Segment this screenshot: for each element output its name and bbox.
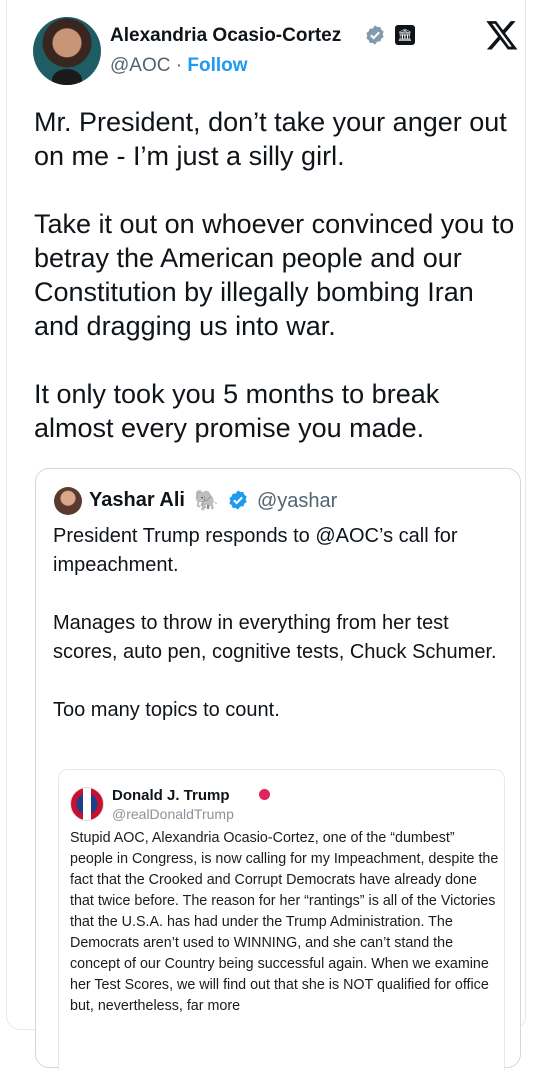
author-handle[interactable]: @AOC bbox=[110, 55, 170, 76]
author-avatar[interactable] bbox=[33, 17, 101, 85]
tweet-card: Alexandria Ocasio-Cortez 🏛 @AOC · Follow… bbox=[6, 0, 526, 1070]
embedded-post-screenshot[interactable]: Donald J. Trump @realDonaldTrump Stupid … bbox=[58, 769, 505, 1070]
embedded-author-avatar bbox=[70, 787, 104, 821]
follow-button[interactable]: Follow bbox=[187, 55, 247, 76]
truth-verified-badge-icon bbox=[259, 789, 270, 800]
embedded-post-text: Stupid AOC, Alexandria Ocasio-Cortez, on… bbox=[70, 830, 499, 1014]
verified-badge-icon bbox=[366, 25, 384, 45]
handle-separator: · bbox=[170, 55, 188, 76]
tweet-text: Mr. President, don’t take your anger out… bbox=[34, 107, 515, 443]
verified-badge-icon bbox=[229, 490, 247, 510]
x-logo-icon[interactable] bbox=[485, 18, 519, 52]
quoted-tweet-text: President Trump responds to @AOC’s call … bbox=[53, 525, 497, 721]
embedded-author-handle: @realDonaldTrump bbox=[112, 806, 234, 822]
quoted-tweet[interactable]: Yashar Ali 🐘 @yashar President Trump res… bbox=[35, 468, 521, 1070]
elephant-emoji: 🐘 bbox=[194, 490, 219, 512]
government-badge-icon: 🏛 bbox=[395, 25, 415, 45]
embedded-author-name: Donald J. Trump bbox=[112, 787, 230, 804]
quoted-author-avatar[interactable] bbox=[54, 487, 82, 515]
quoted-author-handle[interactable]: @yashar bbox=[257, 490, 337, 513]
author-handle-line: @AOC · Follow bbox=[110, 55, 248, 77]
quoted-author-name[interactable]: Yashar Ali bbox=[89, 489, 185, 512]
author-name[interactable]: Alexandria Ocasio-Cortez bbox=[110, 25, 341, 47]
